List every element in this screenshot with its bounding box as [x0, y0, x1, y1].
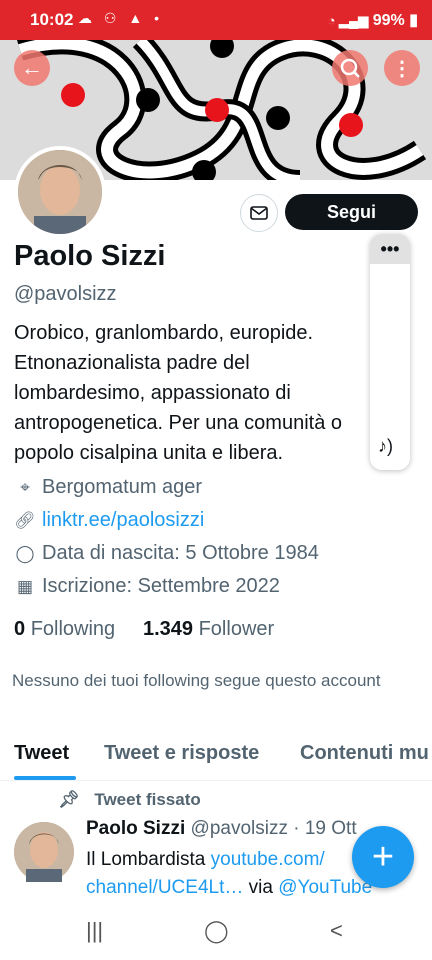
more-vertical-icon: ⋮	[392, 57, 412, 80]
battery-level: 99%	[372, 12, 405, 29]
location-pin-icon: ⌖	[20, 477, 30, 497]
profile-tabs: Tweet Tweet e risposte Contenuti mu	[0, 736, 432, 781]
following-stat[interactable]: 0 Following	[14, 618, 115, 640]
home-icon[interactable]: ◯	[204, 918, 229, 944]
audio-icon[interactable]: ♪)	[378, 436, 393, 457]
profile-handle: @pavolsizz	[14, 283, 117, 305]
profile-name: Paolo Sizzi	[14, 240, 166, 272]
pinned-tweet-header: 📌︎ Tweet fissato	[58, 790, 201, 810]
following-label: Following	[30, 618, 116, 640]
status-bar: 10:02 ☁ ⚇ ▲ • ◔ ▂▄▆ 99% ▮	[0, 0, 432, 40]
back-button[interactable]: ←	[14, 50, 50, 86]
tweet-author-name[interactable]: Paolo Sizzi	[86, 818, 185, 839]
search-button[interactable]	[332, 50, 368, 86]
recent-apps-icon[interactable]: |||	[86, 918, 103, 944]
tweet-link[interactable]: youtube.com/	[211, 849, 325, 870]
tweet-text-prefix: Il Lombardista	[86, 849, 211, 870]
profile-avatar[interactable]	[14, 146, 106, 238]
more-horizontal-icon: •••	[380, 238, 400, 259]
follow-button[interactable]: Segui	[285, 194, 418, 230]
tweet-via: via	[243, 877, 279, 898]
pinned-label: Tweet fissato	[94, 790, 201, 809]
link-icon: 🔗︎	[14, 510, 36, 530]
followers-stat[interactable]: 1.349 Follower	[143, 618, 274, 640]
tab-media[interactable]: Contenuti mu	[300, 742, 429, 765]
battery-icon: ▮	[409, 12, 418, 29]
tab-tweet-replies[interactable]: Tweet e risposte	[104, 742, 259, 765]
status-time: 10:02	[30, 10, 74, 29]
followers-notice: Nessuno dei tuoi following segue questo …	[12, 671, 381, 690]
avatar-image	[14, 822, 74, 882]
panel-menu-button[interactable]: •••	[370, 234, 410, 264]
wifi-signal-icon: ◔ ▂▄▆	[327, 13, 369, 28]
followers-label: Follower	[198, 618, 275, 640]
tweet-link-cont[interactable]: channel/UCE4Lt…	[86, 877, 243, 898]
profile-bio: Orobico, granlombardo, europide. Etnonaz…	[14, 318, 384, 468]
bio-line: antropogenetica. Per una comunità o	[14, 412, 342, 434]
balloon-icon: ◯	[15, 543, 35, 563]
tweet-avatar[interactable]	[14, 822, 74, 882]
message-button[interactable]	[240, 194, 278, 232]
envelope-icon	[250, 206, 268, 220]
plus-icon: +	[371, 835, 395, 878]
active-tab-indicator	[14, 776, 76, 780]
status-right: ◔ ▂▄▆ 99% ▮	[328, 10, 418, 30]
tweet-mention[interactable]: @YouTube	[278, 877, 372, 898]
compose-tweet-button[interactable]: +	[352, 826, 414, 888]
bio-line: lombardesimo, appassionato di	[14, 382, 291, 404]
bio-line: Orobico, granlombardo, europide.	[14, 322, 314, 344]
location-text: Bergomatum ager	[42, 476, 203, 498]
arrow-left-icon: ←	[21, 55, 43, 80]
notification-icons: ☁ ⚇ ▲ •	[78, 10, 163, 26]
birth-text: Data di nascita: 5 Ottobre 1984	[42, 542, 319, 564]
back-nav-icon[interactable]: <	[330, 918, 343, 944]
tweet-header: Paolo Sizzi @pavolsizz · 19 Ott	[86, 818, 357, 840]
bio-line: Etnonazionalista padre del	[14, 352, 250, 374]
tab-tweet[interactable]: Tweet	[14, 742, 69, 765]
bio-line: popolo cisalpina unita e libera.	[14, 442, 284, 464]
profile-location: ⌖ Bergomatum ager	[14, 476, 202, 499]
profile-link: 🔗︎ linktr.ee/paolosizzi	[14, 509, 204, 532]
floating-side-panel[interactable]: ••• ♪)	[370, 234, 410, 470]
more-options-button[interactable]: ⋮	[384, 50, 420, 86]
profile-joined: ▦ Iscrizione: Settembre 2022	[14, 575, 280, 598]
calendar-icon: ▦	[16, 576, 34, 596]
tweet-handle-time: @pavolsizz · 19 Ott	[190, 818, 357, 839]
profile-birth: ◯ Data di nascita: 5 Ottobre 1984	[14, 542, 319, 565]
followers-count: 1.349	[142, 618, 194, 640]
search-icon	[340, 58, 360, 78]
follow-counts: 0 Following 1.349 Follower	[14, 618, 274, 641]
pin-icon: 📌︎	[58, 790, 80, 809]
avatar-image	[18, 150, 102, 234]
website-link[interactable]: linktr.ee/paolosizzi	[42, 509, 204, 532]
system-navigation-bar: ||| ◯ <	[0, 908, 432, 960]
following-count: 0	[14, 618, 26, 640]
joined-text: Iscrizione: Settembre 2022	[42, 575, 280, 597]
